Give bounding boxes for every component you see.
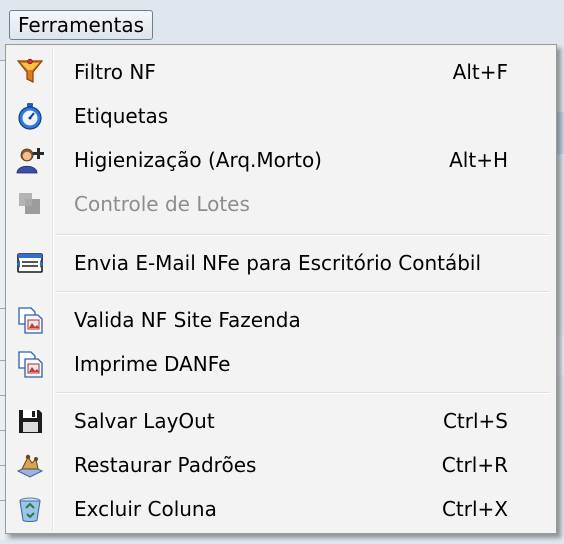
menu-item-restaurar-padroes[interactable]: Restaurar Padrões Ctrl+R <box>8 443 552 487</box>
menu-item-shortcut: Ctrl+S <box>442 409 508 433</box>
menu-item-label: Excluir Coluna <box>74 497 217 521</box>
recycle-bin-icon <box>14 493 46 525</box>
stopwatch-icon <box>14 100 46 132</box>
add-user-icon <box>14 144 46 176</box>
menu-separator <box>56 234 550 236</box>
menu-item-etiquetas[interactable]: Etiquetas <box>8 94 552 138</box>
menu-item-envia-email[interactable]: Envia E-Mail NFe para Escritório Contábi… <box>8 241 552 285</box>
dropdown-menu: Filtro NF Alt+F Etiquetas Higienização (… <box>5 44 557 534</box>
menu-item-shortcut: Ctrl+X <box>441 497 508 521</box>
document-icon <box>14 348 46 380</box>
funnel-icon <box>14 56 46 88</box>
menu-item-shortcut: Alt+H <box>449 148 508 172</box>
stack-icon <box>14 188 46 220</box>
menu-item-excluir-coluna[interactable]: Excluir Coluna Ctrl+X <box>8 487 552 531</box>
menu-item-label: Higienização (Arq.Morto) <box>74 148 322 172</box>
menu-item-higienizacao[interactable]: Higienização (Arq.Morto) Alt+H <box>8 138 552 182</box>
menu-item-label: Restaurar Padrões <box>74 453 257 477</box>
menu-bar: Ferramentas <box>0 0 564 40</box>
menu-item-label: Valida NF Site Fazenda <box>74 308 301 332</box>
restore-icon <box>14 449 46 481</box>
menu-separator <box>56 291 550 293</box>
menu-item-label: Salvar LayOut <box>74 409 215 433</box>
menu-item-label: Controle de Lotes <box>74 192 250 216</box>
menu-item-controle-de-lotes: Controle de Lotes <box>8 182 552 226</box>
floppy-disk-icon <box>14 405 46 437</box>
menu-separator <box>56 392 550 394</box>
menu-item-shortcut: Alt+F <box>452 60 508 84</box>
menu-item-salvar-layout[interactable]: Salvar LayOut Ctrl+S <box>8 399 552 443</box>
email-card-icon <box>14 247 46 279</box>
menu-item-filtro-nf[interactable]: Filtro NF Alt+F <box>8 50 552 94</box>
menu-item-valida-nf[interactable]: Valida NF Site Fazenda <box>8 298 552 342</box>
menu-ferramentas[interactable]: Ferramentas <box>9 10 154 40</box>
menu-item-label: Imprime DANFe <box>74 352 231 376</box>
document-icon <box>14 304 46 336</box>
menu-item-imprime-danfe[interactable]: Imprime DANFe <box>8 342 552 386</box>
menu-item-label: Filtro NF <box>74 60 156 84</box>
menu-item-label: Envia E-Mail NFe para Escritório Contábi… <box>74 251 482 275</box>
menu-item-shortcut: Ctrl+R <box>441 453 508 477</box>
menu-item-label: Etiquetas <box>74 104 169 128</box>
